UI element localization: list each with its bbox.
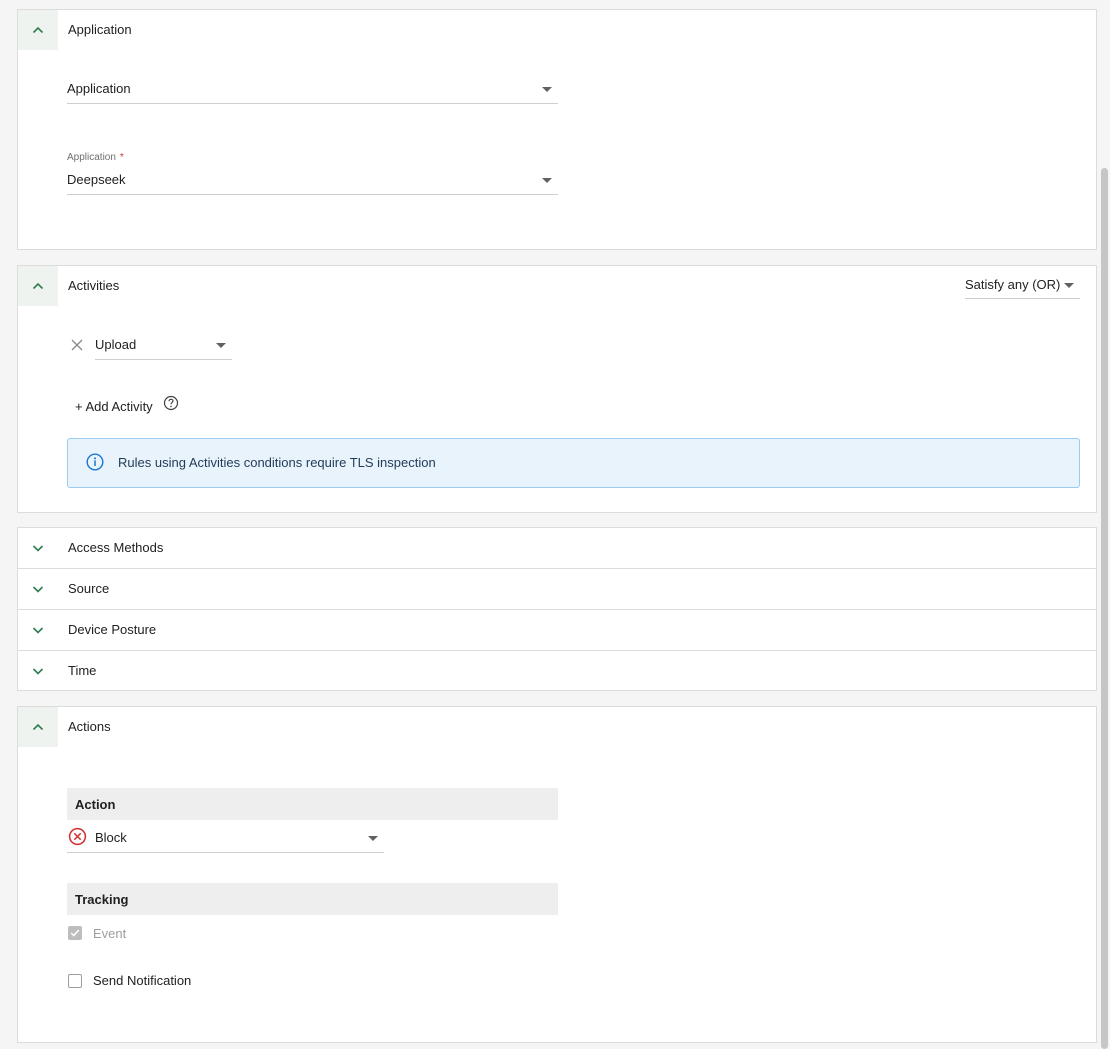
application-type-value: Application [67,81,131,96]
actions-panel-title: Actions [68,719,111,734]
section-access-methods[interactable]: Access Methods [18,528,1096,569]
chevron-down-icon [32,586,44,593]
page-scrollbar-thumb[interactable] [1101,168,1108,1049]
actions-panel-header: Actions [18,707,1096,747]
tls-info-banner: Rules using Activities conditions requir… [67,438,1080,488]
actions-panel: Actions Action Block Tracking Event Send… [17,706,1097,1043]
chevron-up-icon [32,26,44,34]
application-select-value: Deepseek [67,172,126,187]
application-select[interactable]: Deepseek [67,165,558,195]
application-collapse-toggle[interactable] [18,10,58,50]
time-expand-toggle[interactable] [18,651,58,691]
action-section-header: Action [67,788,558,820]
send-notification-checkbox[interactable] [68,974,82,988]
chevron-down-icon [32,545,44,552]
help-circle-icon[interactable] [163,395,179,411]
section-time[interactable]: Time [18,650,1096,691]
device-posture-expand-toggle[interactable] [18,610,58,650]
tracking-header-label: Tracking [75,892,129,907]
check-icon [70,929,80,937]
required-mark: * [119,152,124,163]
activity-select[interactable]: Upload [95,330,232,360]
chevron-up-icon [32,282,44,290]
chevron-down-icon [542,87,552,92]
activities-panel-title: Activities [68,278,120,293]
section-source[interactable]: Source [18,568,1096,609]
chevron-down-icon [368,836,378,841]
source-expand-toggle[interactable] [18,569,58,609]
close-icon[interactable] [71,339,83,351]
chevron-down-icon [32,627,44,634]
section-device-posture[interactable]: Device Posture [18,609,1096,650]
application-panel: Application Application Application * Dee… [17,9,1097,250]
info-circle-icon [86,453,104,471]
source-title: Source [68,581,110,596]
device-posture-title: Device Posture [68,622,157,637]
collapsed-sections-panel: Access Methods Source Device Posture Tim… [17,527,1097,691]
chevron-down-icon [1064,283,1074,288]
application-type-select[interactable]: Application [67,70,558,104]
add-activity-button[interactable]: + Add Activity [75,399,153,414]
action-header-label: Action [75,797,116,812]
application-panel-header: Application [18,10,1096,50]
match-mode-value: Satisfy any (OR) [965,277,1061,292]
event-checkbox[interactable] [68,926,82,940]
chevron-down-icon [542,178,552,183]
action-select[interactable]: Block [67,821,384,853]
access-methods-expand-toggle[interactable] [18,528,58,568]
activities-panel-header: Activities [18,266,1096,306]
tls-info-text: Rules using Activities conditions requir… [118,455,436,470]
chevron-up-icon [32,723,44,731]
chevron-down-icon [216,343,226,348]
match-mode-select[interactable]: Satisfy any (OR) [965,272,1080,299]
send-notification-label[interactable]: Send Notification [93,973,191,988]
application-field-label: Application * [67,152,124,163]
chevron-down-icon [32,668,44,675]
actions-collapse-toggle[interactable] [18,707,58,747]
activities-panel: Activities Satisfy any (OR) Upload + Add… [17,265,1097,513]
time-title: Time [68,663,97,678]
action-select-value: Block [95,830,127,845]
access-methods-title: Access Methods [68,540,164,555]
activities-collapse-toggle[interactable] [18,266,58,306]
application-panel-title: Application [68,22,132,37]
event-label: Event [93,926,127,941]
activity-select-value: Upload [95,337,137,352]
tracking-section-header: Tracking [67,883,558,915]
